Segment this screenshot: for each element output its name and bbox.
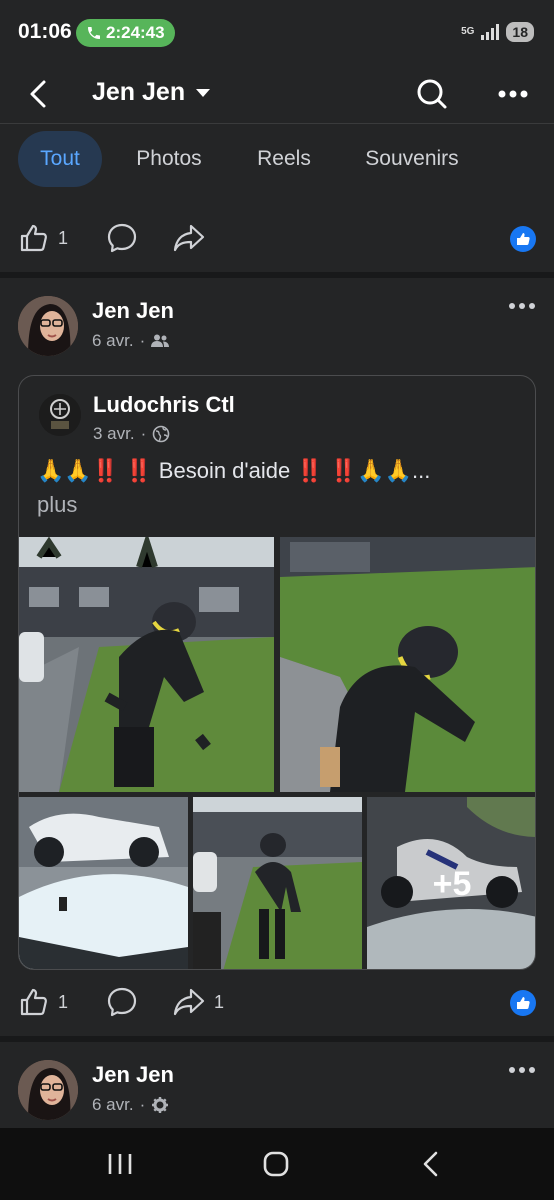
phone-icon bbox=[88, 27, 100, 39]
status-icons: 5G 18 bbox=[461, 22, 534, 42]
like-count: 1 bbox=[58, 227, 69, 248]
post-header: Jen Jen 6 avr. · bbox=[0, 296, 554, 366]
post-meta: 6 avr. · bbox=[92, 1095, 169, 1115]
call-timer: 2:24:43 bbox=[106, 23, 165, 42]
like-reaction-badge bbox=[510, 226, 536, 252]
like-button[interactable]: 1 bbox=[18, 986, 68, 1018]
post-author[interactable]: Jen Jen bbox=[92, 1062, 174, 1088]
filter-tabs: Tout Photos Reels Souvenirs bbox=[0, 125, 554, 193]
comment-icon bbox=[107, 987, 137, 1017]
post-date[interactable]: 6 avr. bbox=[92, 1095, 134, 1115]
photo-2[interactable] bbox=[280, 537, 535, 792]
status-time: 01:06 bbox=[18, 20, 72, 43]
avatar[interactable] bbox=[18, 296, 78, 356]
search-button[interactable] bbox=[412, 74, 452, 114]
post-more-button[interactable] bbox=[506, 1060, 538, 1084]
app-bar: Jen Jen bbox=[0, 64, 554, 124]
share-count: 1 bbox=[214, 991, 225, 1012]
photo-4[interactable] bbox=[193, 797, 362, 969]
post-actions: 1 1 bbox=[0, 980, 554, 1024]
shared-post-author[interactable]: Ludochris Ctl bbox=[93, 392, 235, 418]
shared-post-text: 🙏🙏‼️ ‼️ Besoin d'aide ‼️ ‼️🙏🙏... bbox=[37, 458, 431, 483]
network-type: 5G bbox=[461, 26, 475, 37]
logo-avatar bbox=[39, 394, 81, 436]
photo-person-walking bbox=[193, 797, 362, 969]
more-photos-count[interactable]: +5 bbox=[367, 797, 535, 969]
post-more-button[interactable] bbox=[506, 296, 538, 320]
like-count: 1 bbox=[58, 991, 69, 1012]
more-horizontal-icon bbox=[498, 90, 528, 98]
photo-3[interactable] bbox=[19, 797, 188, 969]
photo-person-leaning-grass bbox=[19, 537, 274, 792]
comment-button[interactable] bbox=[106, 222, 138, 254]
more-horizontal-icon bbox=[509, 303, 535, 309]
comment-button[interactable] bbox=[106, 986, 138, 1018]
avatar[interactable] bbox=[18, 1060, 78, 1120]
friends-icon bbox=[151, 334, 170, 347]
share-arrow-icon bbox=[173, 224, 205, 252]
system-navigation-bar bbox=[0, 1128, 554, 1200]
post-divider bbox=[0, 1036, 554, 1042]
ongoing-call-pill[interactable]: 2:24:43 bbox=[76, 19, 175, 47]
thumbs-up-icon bbox=[517, 997, 530, 1009]
thumbs-up-icon bbox=[517, 233, 530, 245]
back-button[interactable] bbox=[20, 74, 60, 114]
signal-icon bbox=[481, 24, 500, 40]
chevron-left-icon bbox=[423, 1151, 438, 1177]
caret-down-icon bbox=[196, 88, 211, 97]
home-button[interactable] bbox=[256, 1144, 296, 1184]
home-icon bbox=[263, 1151, 289, 1177]
like-button[interactable]: 1 bbox=[18, 222, 68, 254]
share-arrow-icon bbox=[173, 988, 205, 1016]
page-title: Jen Jen bbox=[92, 78, 186, 106]
post-date[interactable]: 6 avr. bbox=[92, 331, 134, 351]
shared-post-date[interactable]: 3 avr. bbox=[93, 424, 135, 444]
globe-icon bbox=[152, 425, 170, 443]
recent-apps-icon bbox=[108, 1154, 132, 1174]
battery-indicator: 18 bbox=[506, 22, 534, 42]
more-options-button[interactable] bbox=[492, 74, 534, 114]
photo-person-kneeling-grass bbox=[280, 537, 535, 792]
see-more-link[interactable]: plus bbox=[37, 492, 77, 518]
avatar-photo bbox=[18, 1060, 78, 1120]
more-horizontal-icon bbox=[509, 1067, 535, 1073]
shared-author-avatar[interactable] bbox=[39, 394, 81, 436]
post-header: Jen Jen 6 avr. · bbox=[0, 1060, 554, 1130]
chevron-left-icon bbox=[30, 80, 46, 108]
thumbs-up-icon bbox=[20, 224, 47, 252]
shared-post-card[interactable]: Ludochris Ctl 3 avr. · 🙏🙏‼️ ‼️ Besoin d'… bbox=[18, 375, 536, 970]
tab-reels[interactable]: Reels bbox=[240, 131, 328, 187]
tab-souvenirs[interactable]: Souvenirs bbox=[348, 131, 476, 187]
post-divider bbox=[0, 272, 554, 278]
gear-icon bbox=[152, 1097, 169, 1113]
recent-apps-button[interactable] bbox=[100, 1144, 140, 1184]
status-bar: 01:06 2:24:43 5G 18 bbox=[0, 0, 554, 64]
tab-tout[interactable]: Tout bbox=[18, 131, 102, 187]
share-button[interactable] bbox=[172, 222, 206, 254]
post-author[interactable]: Jen Jen bbox=[92, 298, 174, 324]
shared-post-meta: 3 avr. · bbox=[93, 424, 170, 444]
share-button[interactable]: 1 bbox=[172, 986, 224, 1018]
profile-switcher[interactable]: Jen Jen bbox=[92, 78, 211, 107]
photo-5[interactable]: +5 bbox=[367, 797, 535, 969]
photo-scooter-car bbox=[19, 797, 188, 969]
system-back-button[interactable] bbox=[412, 1144, 452, 1184]
avatar-photo bbox=[18, 296, 78, 356]
like-reaction-badge bbox=[510, 990, 536, 1016]
photo-1[interactable] bbox=[19, 537, 274, 792]
previous-post-actions: 1 bbox=[0, 216, 554, 260]
thumbs-up-icon bbox=[20, 988, 47, 1016]
comment-icon bbox=[107, 223, 137, 253]
tab-photos[interactable]: Photos bbox=[118, 131, 220, 187]
post-meta: 6 avr. · bbox=[92, 331, 170, 351]
search-icon bbox=[417, 79, 447, 109]
